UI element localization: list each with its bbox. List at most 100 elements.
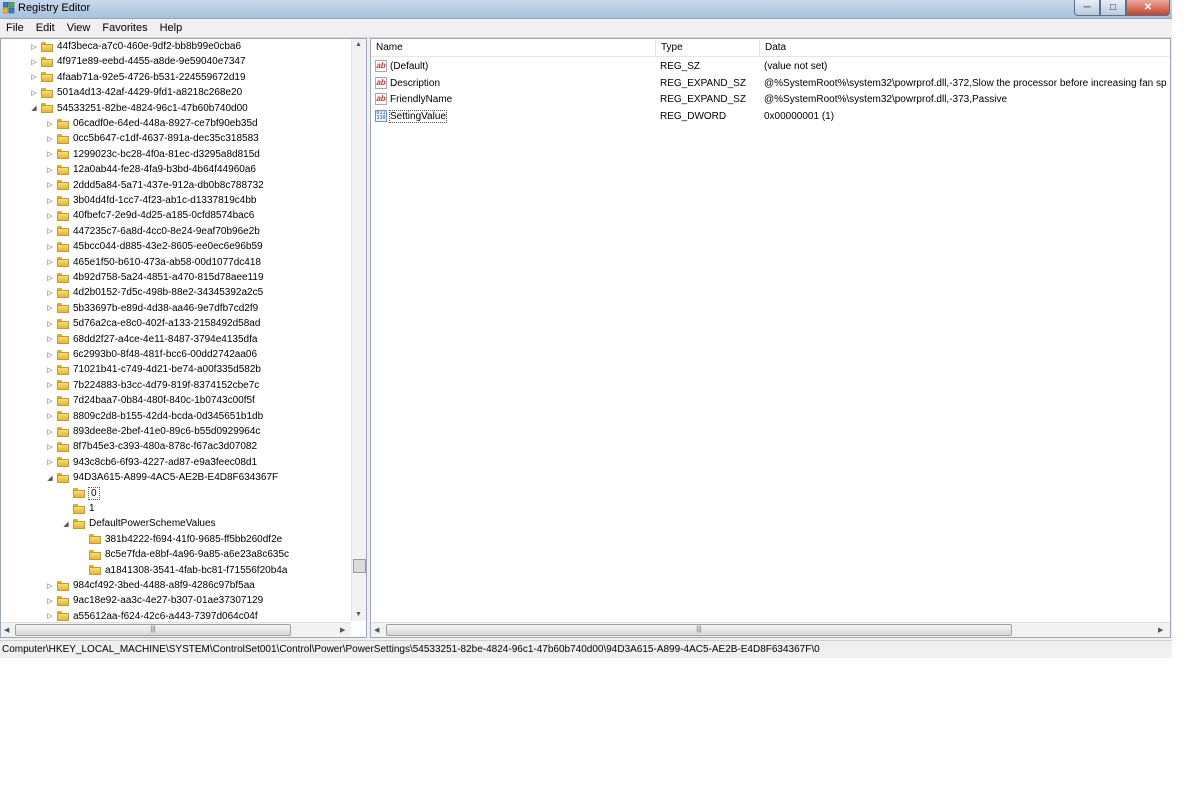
expand-arrow-icon[interactable]: ▷ <box>45 335 55 343</box>
expand-arrow-icon[interactable]: ▷ <box>45 366 55 374</box>
tree-item[interactable]: ▷ 893dee8e-2bef-41e0-89c6-b55d0929964c <box>45 424 260 439</box>
values-hscroll-thumb[interactable]: ||| <box>386 624 1012 636</box>
tree-item[interactable]: ▷ 4f971e89-eebd-4455-a8de-9e59040e7347 <box>29 54 245 69</box>
tree-vertical-scrollbar[interactable]: ▲ ▼ <box>351 39 366 621</box>
tree-item[interactable]: ▷ 71021b41-c749-4d21-be74-a00f335d582b <box>45 362 261 377</box>
tree-item[interactable]: ▷ 8809c2d8-b155-42d4-bcda-0d345651b1db <box>45 409 263 424</box>
tree-item[interactable]: ▷ 9ac18e92-aa3c-4e27-b307-01ae37307129 <box>45 593 263 608</box>
tree-item[interactable]: ▷ 447235c7-6a8d-4cc0-8e24-9eaf70b96e2b <box>45 224 260 239</box>
tree-item[interactable]: ▷ 4d2b0152-7d5c-498b-88e2-34345392a2c5 <box>45 285 263 300</box>
menu-file[interactable]: File <box>0 19 30 37</box>
tree-item[interactable]: ▷ 5b33697b-e89d-4d38-aa46-9e7dfb7cd2f9 <box>45 301 258 316</box>
collapse-arrow-icon[interactable]: ◢ <box>45 474 55 482</box>
expand-arrow-icon[interactable]: ▷ <box>45 458 55 466</box>
tree-item[interactable]: ▷ 5d76a2ca-e8c0-402f-a133-2158492d58ad <box>45 316 260 331</box>
tree-item[interactable]: ▷ 3b04d4fd-1cc7-4f23-ab1c-d1337819c4bb <box>45 193 256 208</box>
expand-arrow-icon[interactable]: ▷ <box>45 428 55 436</box>
expand-arrow-icon[interactable]: ▷ <box>45 120 55 128</box>
expand-arrow-icon[interactable]: ▷ <box>45 597 55 605</box>
scroll-left-icon[interactable]: ◀ <box>374 626 379 634</box>
expand-arrow-icon[interactable]: ▷ <box>45 150 55 158</box>
tree-item[interactable]: ▷ 4b92d758-5a24-4851-a470-815d78aee119 <box>45 270 263 285</box>
tree-item[interactable]: 0 <box>61 486 100 501</box>
tree-item[interactable]: ▷ 4faab71a-92e5-4726-b531-224559672d19 <box>29 70 245 85</box>
scroll-right-icon[interactable]: ▶ <box>340 626 345 634</box>
tree-item[interactable]: ▷ 44f3beca-a7c0-460e-9df2-bb8b99e0cba6 <box>29 39 241 54</box>
tree-item[interactable]: ▷ 1299023c-bc28-4f0a-81ec-d3295a8d815d <box>45 147 260 162</box>
value-row[interactable]: ab (Default) REG_SZ (value not set) <box>371 59 1170 75</box>
expand-arrow-icon[interactable]: ▷ <box>45 289 55 297</box>
column-header-type[interactable]: Type <box>656 39 760 56</box>
tree-horizontal-scrollbar[interactable]: ◀ ||| ▶ <box>1 622 351 637</box>
scroll-up-icon[interactable]: ▲ <box>355 41 362 48</box>
expand-arrow-icon[interactable]: ▷ <box>45 443 55 451</box>
expand-arrow-icon[interactable]: ▷ <box>45 274 55 282</box>
menu-view[interactable]: View <box>61 19 97 37</box>
expand-arrow-icon[interactable]: ▷ <box>45 612 55 620</box>
tree-item[interactable]: ▷ 45bcc044-d885-43e2-8605-ee0ec6e96b59 <box>45 239 262 254</box>
tree-item[interactable]: ▷ 465e1f50-b610-473a-ab58-00d1077dc418 <box>45 255 261 270</box>
menu-help[interactable]: Help <box>154 19 189 37</box>
expand-arrow-icon[interactable]: ▷ <box>45 381 55 389</box>
tree-item[interactable]: 8c5e7fda-e8bf-4a96-9a85-a6e23a8c635c <box>77 547 289 562</box>
tree-item[interactable]: ▷ 8f7b45e3-c393-480a-878c-f67ac3d07082 <box>45 439 257 454</box>
title-bar[interactable]: Registry Editor ─ □ ✕ <box>0 0 1172 19</box>
column-header-name[interactable]: Name <box>371 39 656 56</box>
expand-arrow-icon[interactable]: ▷ <box>45 227 55 235</box>
expand-arrow-icon[interactable]: ▷ <box>29 58 39 66</box>
tree-item[interactable]: ◢ 54533251-82be-4824-96c1-47b60b740d00 <box>29 101 247 116</box>
tree-item[interactable]: ▷ 06cadf0e-64ed-448a-8927-ce7bf90eb35d <box>45 116 257 131</box>
values-list-pane[interactable]: Name Type Data ab (Default) REG_SZ (value n… <box>370 38 1171 638</box>
tree-item[interactable]: ▷ 7b224883-b3cc-4d79-819f-8374152cbe7c <box>45 378 259 393</box>
tree-item[interactable]: ▷ 40fbefc7-2e9d-4d25-a185-0cfd8574bac6 <box>45 208 254 223</box>
expand-arrow-icon[interactable]: ▷ <box>45 212 55 220</box>
tree-vscroll-thumb[interactable] <box>353 559 366 573</box>
tree-item[interactable]: ▷ 7d24baa7-0b84-480f-840c-1b0743c00f5f <box>45 393 255 408</box>
maximize-button[interactable]: □ <box>1100 0 1126 16</box>
expand-arrow-icon[interactable]: ▷ <box>45 582 55 590</box>
expand-arrow-icon[interactable]: ▷ <box>45 397 55 405</box>
tree-item[interactable]: ▷ 0cc5b647-c1df-4637-891a-dec35c318583 <box>45 131 258 146</box>
tree-item[interactable]: ▷ 943c8cb6-6f93-4227-ad87-e9a3feec08d1 <box>45 455 257 470</box>
expand-arrow-icon[interactable]: ▷ <box>45 320 55 328</box>
expand-arrow-icon[interactable]: ▷ <box>29 89 39 97</box>
scroll-right-icon[interactable]: ▶ <box>1158 626 1163 634</box>
tree-item[interactable]: ▷ 501a4d13-42af-4429-9fd1-a8218c268e20 <box>29 85 242 100</box>
scroll-down-icon[interactable]: ▼ <box>355 611 362 618</box>
tree-item[interactable]: ▷ 12a0ab44-fe28-4fa9-b3bd-4b64f44960a6 <box>45 162 256 177</box>
menu-edit[interactable]: Edit <box>30 19 61 37</box>
expand-arrow-icon[interactable]: ▷ <box>45 412 55 420</box>
value-row[interactable]: 011 110 SettingValue REG_DWORD 0x00000001 (… <box>371 109 1170 125</box>
close-button[interactable]: ✕ <box>1126 0 1170 16</box>
tree-item[interactable]: ◢ 94D3A615-A899-4AC5-AE2B-E4D8F634367F <box>45 470 278 485</box>
tree-hscroll-thumb[interactable]: ||| <box>15 624 291 636</box>
expand-arrow-icon[interactable]: ▷ <box>45 166 55 174</box>
expand-arrow-icon[interactable]: ▷ <box>45 351 55 359</box>
key-tree-pane[interactable]: ▷ 44f3beca-a7c0-460e-9df2-bb8b99e0cba6 ▷ 4f… <box>0 38 367 638</box>
value-row[interactable]: ab FriendlyName REG_EXPAND_SZ @%SystemRoot%… <box>371 92 1170 108</box>
tree-item[interactable]: ◢ DefaultPowerSchemeValues <box>61 516 215 531</box>
scroll-left-icon[interactable]: ◀ <box>4 626 9 634</box>
tree-item[interactable]: ▷ 68dd2f27-a4ce-4e11-8487-3794e4135dfa <box>45 332 257 347</box>
tree-item[interactable]: 1 <box>61 501 95 516</box>
tree-item[interactable]: a1841308-3541-4fab-bc81-f71556f20b4a <box>77 563 287 578</box>
collapse-arrow-icon[interactable]: ◢ <box>61 520 71 528</box>
tree-item[interactable]: ▷ 984cf492-3bed-4488-a8f9-4286c97bf5aa <box>45 578 255 593</box>
expand-arrow-icon[interactable]: ▷ <box>45 181 55 189</box>
expand-arrow-icon[interactable]: ▷ <box>29 43 39 51</box>
expand-arrow-icon[interactable]: ▷ <box>45 135 55 143</box>
tree-item[interactable]: ▷ 6c2993b0-8f48-481f-bcc6-00dd2742aa06 <box>45 347 257 362</box>
expand-arrow-icon[interactable]: ▷ <box>45 304 55 312</box>
value-row[interactable]: ab Description REG_EXPAND_SZ @%SystemRoot%\… <box>371 76 1170 92</box>
expand-arrow-icon[interactable]: ▷ <box>29 73 39 81</box>
expand-arrow-icon[interactable]: ▷ <box>45 258 55 266</box>
expand-arrow-icon[interactable]: ▷ <box>45 243 55 251</box>
values-horizontal-scrollbar[interactable]: ◀ ||| ▶ <box>371 622 1170 637</box>
collapse-arrow-icon[interactable]: ◢ <box>29 104 39 112</box>
column-header-data[interactable]: Data <box>760 39 1170 56</box>
minimize-button[interactable]: ─ <box>1074 0 1100 16</box>
tree-item[interactable]: 381b4222-f694-41f0-9685-ff5bb260df2e <box>77 532 282 547</box>
tree-item[interactable]: ▷ 2ddd5a84-5a71-437e-912a-db0b8c788732 <box>45 178 263 193</box>
menu-favorites[interactable]: Favorites <box>96 19 153 37</box>
expand-arrow-icon[interactable]: ▷ <box>45 197 55 205</box>
